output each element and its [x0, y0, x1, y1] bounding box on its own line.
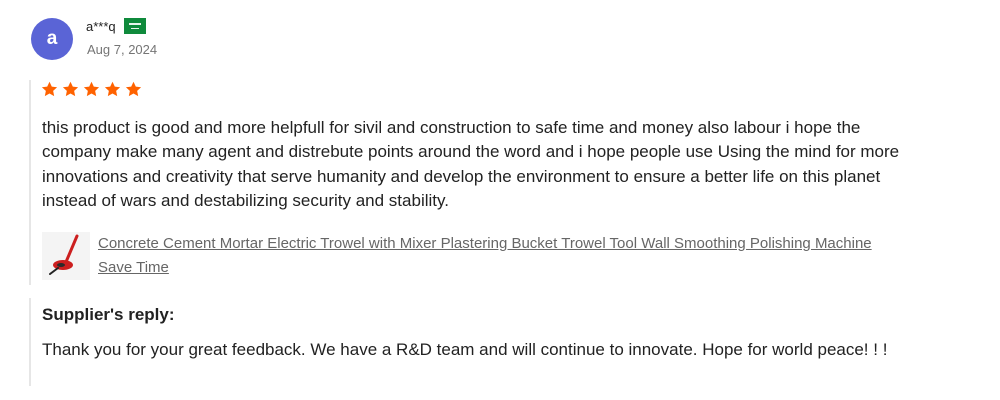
star-rating: [40, 80, 143, 99]
review-text: this product is good and more helpfull f…: [42, 118, 900, 210]
product-thumbnail[interactable]: [42, 232, 90, 280]
star-icon: [62, 81, 79, 97]
avatar-letter: a: [46, 28, 58, 49]
review-date: Aug 7, 2024: [87, 42, 158, 57]
product-title-link[interactable]: Concrete Cement Mortar Electric Trowel w…: [98, 232, 908, 280]
avatar: a: [31, 18, 73, 60]
reviewer-row: a***q: [86, 18, 146, 34]
saudi-arabia-flag-icon: [123, 18, 146, 34]
trowel-machine-icon: [42, 232, 90, 280]
supplier-reply-title: Supplier's reply:: [42, 305, 175, 324]
star-icon: [104, 81, 121, 97]
review-content: this product is good and more helpfull f…: [29, 80, 961, 285]
product-link-row[interactable]: Concrete Cement Mortar Electric Trowel w…: [42, 232, 908, 280]
star-icon: [83, 81, 100, 97]
reviewer-name: a***q: [86, 18, 116, 34]
review-card: a a***q Aug 7, 2024 this product is good…: [0, 0, 1000, 400]
star-icon: [125, 81, 142, 97]
star-icon: [41, 81, 58, 97]
supplier-reply-text: Thank you for your great feedback. We ha…: [42, 340, 888, 359]
supplier-reply: Supplier's reply: Thank you for your gre…: [29, 298, 961, 386]
